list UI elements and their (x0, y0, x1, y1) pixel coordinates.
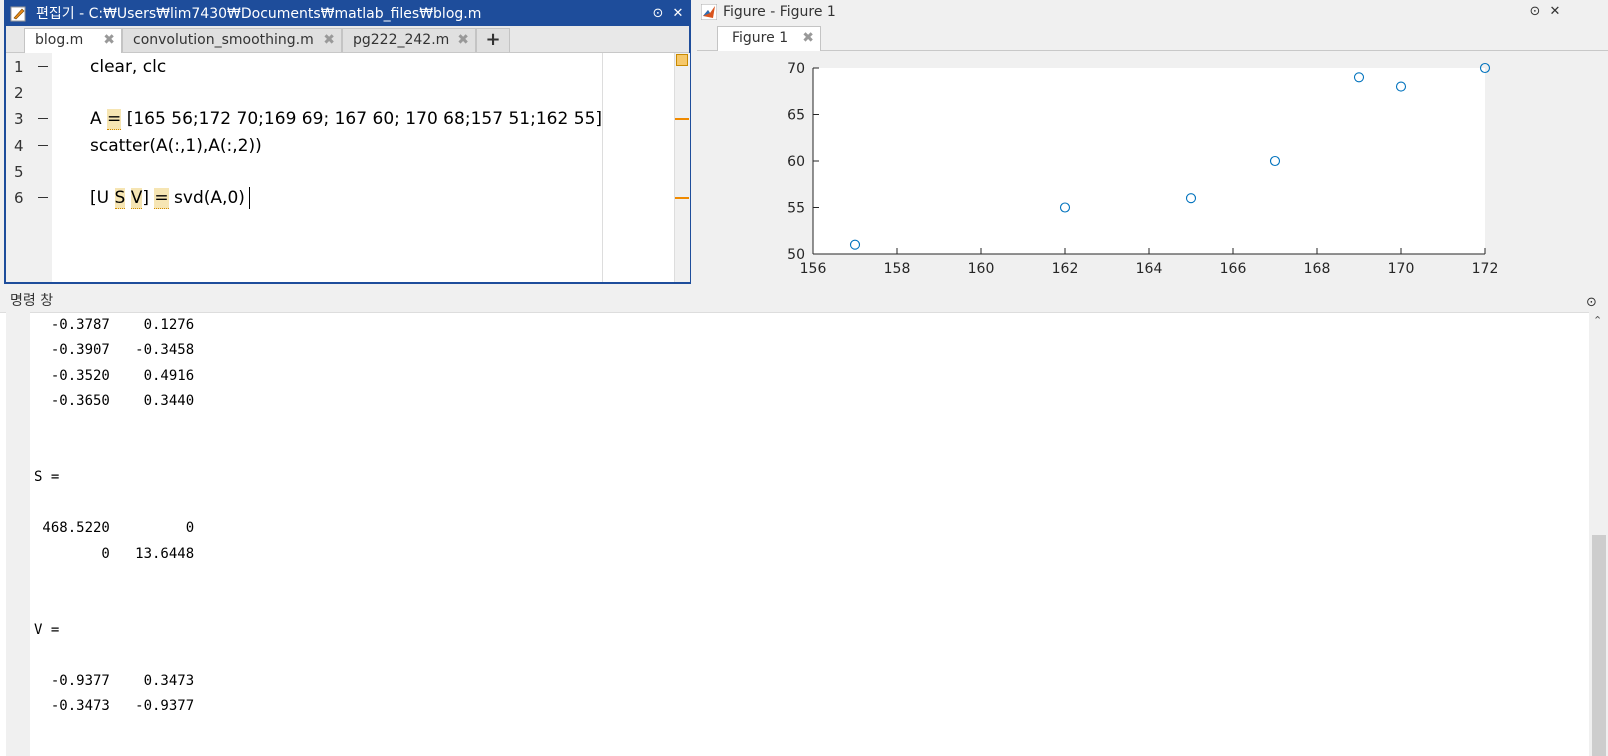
x-tick-label: 172 (1472, 261, 1499, 277)
warning-mark[interactable] (675, 118, 689, 120)
y-tick-label: 70 (787, 61, 805, 77)
editor-panel: 편집기 - C:₩Users₩lim7430₩Documents₩matlab_… (4, 0, 691, 284)
tab-convolution-smoothing[interactable]: convolution_smoothing.m ✖ (122, 28, 342, 52)
right-margin (602, 53, 675, 282)
chevron-down-icon[interactable]: ⊙ (650, 6, 666, 22)
command-output-line[interactable]: 0 13.6448 (34, 546, 194, 562)
edit-pencil-icon (10, 6, 26, 22)
figure-title: Figure - Figure 1 (723, 4, 836, 20)
command-output-line[interactable]: -0.9377 0.3473 (34, 673, 194, 689)
command-output-line[interactable]: 468.5220 0 (34, 520, 194, 536)
close-icon[interactable]: ✕ (670, 6, 686, 22)
chevron-down-icon[interactable]: ⊙ (1527, 4, 1543, 20)
line-number: 3 (14, 110, 24, 128)
close-tab-icon[interactable]: ✖ (802, 27, 814, 49)
editor-scrollbar[interactable] (674, 53, 690, 282)
breakpoint-dash[interactable] (38, 118, 48, 119)
y-tick-label: 65 (787, 108, 805, 124)
breakpoint-dash[interactable] (38, 197, 48, 198)
close-tab-icon[interactable]: ✖ (323, 29, 335, 51)
tab-label: pg222_242.m (353, 32, 450, 48)
tab-blog-m[interactable]: blog.m ✖ (24, 28, 122, 53)
warning-mark[interactable] (675, 197, 689, 199)
code-line[interactable]: [U S V] = svd(A,0) (90, 188, 245, 209)
warning-highlight[interactable]: S (114, 188, 126, 209)
command-window-title-bar: 명령 창 ⊙ (0, 290, 1608, 313)
command-gutter (6, 312, 30, 756)
warning-highlight[interactable]: V (130, 188, 143, 209)
editor-title: 편집기 - C:₩Users₩lim7430₩Documents₩matlab_… (36, 6, 482, 22)
editor-tab-bar: blog.m ✖ convolution_smoothing.m ✖ pg222… (6, 26, 689, 53)
plot-area: 156 158 160 162 164 166 168 170 172 50 55 60 65 70 (697, 51, 1608, 284)
code-line[interactable]: clear, clc (90, 57, 166, 77)
chevron-down-icon[interactable]: ⊙ (1586, 292, 1597, 314)
warning-highlight[interactable]: = (107, 109, 122, 130)
line-number: 1 (14, 58, 24, 76)
matlab-logo-icon (701, 4, 717, 20)
x-tick-label: 164 (1136, 261, 1163, 277)
line-number: 2 (14, 84, 24, 102)
y-tick-label: 55 (787, 201, 805, 217)
figure-tab-bar: Figure 1 ✖ (697, 24, 1608, 51)
tab-label: convolution_smoothing.m (133, 32, 314, 48)
warning-indicator-icon[interactable] (676, 54, 688, 66)
x-tick-label: 160 (968, 261, 995, 277)
x-tick-label: 170 (1388, 261, 1415, 277)
breakpoint-dash[interactable] (38, 145, 48, 146)
y-tick-label: 50 (787, 247, 805, 263)
code-line[interactable]: scatter(A(:,1),A(:,2)) (90, 136, 262, 156)
code-line[interactable]: A = [165 56;172 70;169 69; 167 60; 170 6… (90, 109, 602, 130)
x-tick-label: 168 (1304, 261, 1331, 277)
x-tick-label: 166 (1220, 261, 1247, 277)
tab-label: Figure 1 (732, 30, 789, 46)
scrollbar-thumb[interactable] (1592, 535, 1606, 756)
scatter-chart[interactable]: 156 158 160 162 164 166 168 170 172 50 55 60 65 70 (697, 51, 1608, 284)
line-number-gutter: 1 2 3 4 5 6 (6, 53, 53, 282)
axes-background (813, 68, 1485, 254)
tab-figure-1[interactable]: Figure 1 ✖ (717, 26, 821, 51)
warning-highlight[interactable]: = (154, 188, 169, 209)
figure-title-bar: Figure - Figure 1 ⊙ ✕ (697, 0, 1608, 24)
close-tab-icon[interactable]: ✖ (457, 29, 469, 51)
command-output-line[interactable]: V = (34, 622, 59, 638)
line-number: 5 (14, 163, 24, 181)
y-tick-label: 60 (787, 154, 805, 170)
code-area[interactable]: clear, clc A = [165 56;172 70;169 69; 16… (52, 53, 602, 282)
figure-panel: Figure - Figure 1 ⊙ ✕ Figure 1 ✖ 156 158 1… (697, 0, 1608, 284)
scroll-up-icon[interactable]: ⌃ (1593, 314, 1602, 327)
command-output-line[interactable]: -0.3473 -0.9377 (34, 698, 194, 714)
add-tab-button[interactable]: + (476, 28, 510, 52)
line-number: 4 (14, 137, 24, 155)
close-tab-icon[interactable]: ✖ (103, 29, 115, 51)
command-window: 명령 창 ⊙ -0.3787 0.1276 -0.3907 -0.3458 -0… (0, 290, 1608, 756)
x-tick-label: 158 (884, 261, 911, 277)
x-tick-label: 156 (800, 261, 827, 277)
breakpoint-dash[interactable] (38, 66, 48, 67)
tab-pg222-242[interactable]: pg222_242.m ✖ (342, 28, 476, 52)
editor-title-bar: 편집기 - C:₩Users₩lim7430₩Documents₩matlab_… (6, 2, 689, 26)
text-cursor (249, 187, 250, 209)
command-window-title: 명령 창 (10, 293, 54, 309)
line-number: 6 (14, 189, 24, 207)
close-icon[interactable]: ✕ (1547, 4, 1563, 20)
tab-label: blog.m (35, 32, 84, 48)
command-output-line[interactable]: S = (34, 469, 59, 485)
command-output-line[interactable]: -0.3520 0.4916 (34, 368, 194, 384)
command-output-line[interactable]: -0.3650 0.3440 (34, 393, 194, 409)
command-output-line[interactable]: -0.3907 -0.3458 (34, 342, 194, 358)
x-tick-label: 162 (1052, 261, 1079, 277)
command-output-line[interactable]: -0.3787 0.1276 (34, 317, 194, 333)
